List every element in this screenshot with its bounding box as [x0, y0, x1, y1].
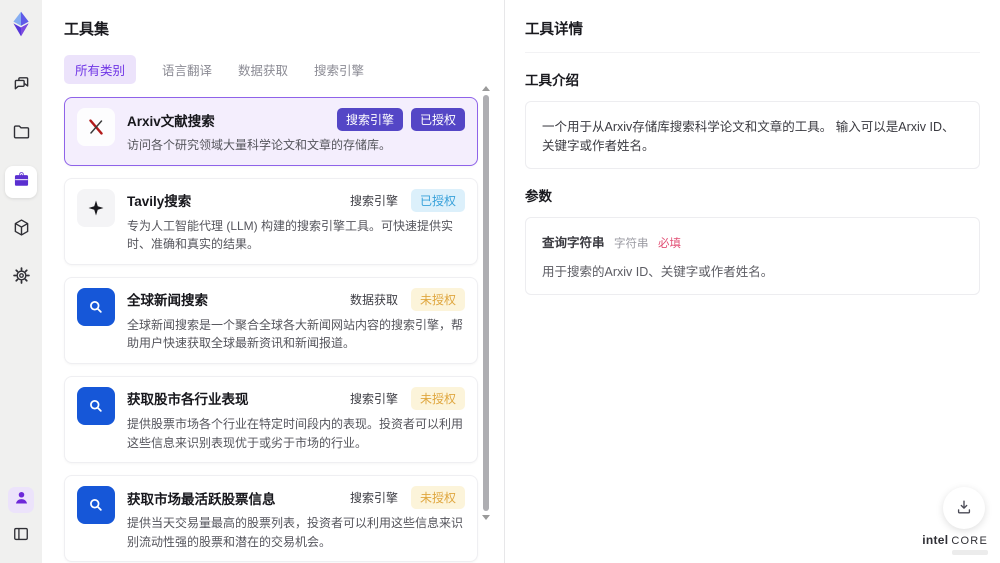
tool-card-sector-performance[interactable]: 获取股市各行业表现 搜索引擎 未授权 提供股票市场各个行业在特定时间段内的表现。… — [64, 375, 478, 464]
chat-icon — [11, 73, 32, 99]
list-scrollbar[interactable] — [482, 86, 490, 520]
parameter-name: 查询字符串 — [542, 236, 605, 250]
tool-card-most-active-stocks[interactable]: 获取市场最活跃股票信息 搜索引擎 未授权 提供当天交易量最高的股票列表，投资者可… — [64, 475, 478, 563]
parameter-box: 查询字符串 字符串 必填 用于搜索的Arxiv ID、关键字或作者姓名。 — [525, 217, 980, 295]
tool-description: 专为人工智能代理 (LLM) 构建的搜索引擎工具。可快速提供实时、准确和真实的结… — [127, 218, 454, 252]
download-button[interactable] — [943, 487, 985, 529]
parameter-type: 字符串 — [614, 238, 649, 250]
tool-description: 提供当天交易量最高的股票列表，投资者可以利用这些信息来识别流动性强的股票和潜在的… — [127, 516, 464, 549]
avatar[interactable] — [8, 487, 34, 513]
tool-description: 全球新闻搜索是一个聚合全球各大新闻网站内容的搜索引擎，帮助用户快速获取全球最新资… — [127, 317, 464, 351]
scroll-up-icon[interactable] — [482, 86, 490, 91]
intro-box: 一个用于从Arxiv存储库搜索科学论文和文章的工具。 输入可以是Arxiv ID… — [525, 101, 980, 169]
category-tabs: 所有类别 语言翻译 数据获取 搜索引擎 — [64, 55, 504, 84]
auth-status-badge: 未授权 — [410, 287, 465, 311]
params-heading: 参数 — [525, 189, 552, 204]
tool-list-panel: 工具集 所有类别 语言翻译 数据获取 搜索引擎 Arxiv文献搜索 搜索引擎 已… — [42, 0, 504, 563]
panel-toggle-button[interactable] — [8, 523, 34, 549]
download-icon — [954, 497, 974, 520]
tool-name: 获取股市各行业表现 — [127, 392, 249, 408]
intro-heading: 工具介绍 — [525, 73, 579, 88]
star-icon — [77, 188, 115, 227]
auth-status-badge: 未授权 — [410, 486, 465, 510]
search-app-icon — [77, 386, 115, 425]
sidebar-item-tools[interactable] — [5, 166, 37, 198]
tool-card-global-news[interactable]: 全球新闻搜索 数据获取 未授权 全球新闻搜索是一个聚合全球各大新闻网站内容的搜索… — [64, 276, 478, 364]
parameter-required-flag: 必填 — [657, 238, 681, 250]
tab-search-engine[interactable]: 搜索引擎 — [314, 60, 364, 79]
brand-subtext-bar — [952, 550, 988, 555]
left-rail — [0, 0, 42, 563]
rail-bottom — [8, 487, 34, 549]
sidebar-item-settings[interactable] — [5, 262, 37, 294]
tool-name: Tavily搜索 — [127, 194, 192, 210]
sidebar-item-files[interactable] — [5, 118, 37, 150]
category-label: 数据获取 — [349, 292, 398, 307]
tool-card-tavily[interactable]: Tavily搜索 搜索引擎 已授权 专为人工智能代理 (LLM) 构建的搜索引擎… — [64, 177, 478, 265]
toolbox-icon — [11, 169, 32, 195]
intel-core-logo: intel CORE — [922, 533, 988, 555]
panel-toggle-icon — [11, 524, 31, 549]
category-label: 搜索引擎 — [349, 193, 398, 208]
tool-name: 全球新闻搜索 — [127, 293, 208, 309]
search-app-icon — [77, 287, 115, 326]
auth-status-badge: 已授权 — [410, 108, 465, 131]
tool-card-arxiv[interactable]: Arxiv文献搜索 搜索引擎 已授权 访问各个研究领域大量科学论文和文章的存储库… — [64, 97, 478, 166]
sidebar-item-packages[interactable] — [5, 214, 37, 246]
arxiv-logo-icon — [77, 108, 115, 146]
parameter-description: 用于搜索的Arxiv ID、关键字或作者姓名。 — [542, 265, 774, 279]
tab-data-fetch[interactable]: 数据获取 — [238, 60, 288, 79]
diamond-logo-icon — [7, 10, 35, 38]
search-app-icon — [77, 486, 115, 525]
cube-icon — [11, 217, 32, 243]
brand-intel-text: intel — [922, 533, 949, 547]
page-title: 工具集 — [64, 21, 110, 38]
gear-icon — [11, 265, 32, 291]
tool-name: 获取市场最活跃股票信息 — [127, 491, 276, 507]
folder-icon — [11, 121, 32, 147]
brand-core-text: CORE — [951, 535, 988, 547]
scrollbar-thumb[interactable] — [483, 95, 489, 511]
rail-nav — [5, 70, 37, 294]
tool-detail-panel: 工具详情 工具介绍 一个用于从Arxiv存储库搜索科学论文和文章的工具。 输入可… — [504, 0, 1000, 563]
category-label: 搜索引擎 — [349, 391, 398, 406]
tool-name: Arxiv文献搜索 — [127, 113, 215, 129]
tool-card-list: Arxiv文献搜索 搜索引擎 已授权 访问各个研究领域大量科学论文和文章的存储库… — [64, 97, 478, 563]
category-badge: 搜索引擎 — [336, 108, 403, 131]
category-label: 搜索引擎 — [349, 491, 398, 506]
auth-status-badge: 已授权 — [410, 188, 465, 212]
tab-all-categories[interactable]: 所有类别 — [64, 55, 137, 84]
scroll-down-icon[interactable] — [482, 515, 490, 520]
detail-title: 工具详情 — [525, 18, 980, 53]
sidebar-item-chat[interactable] — [5, 70, 37, 102]
tool-description: 访问各个研究领域大量科学论文和文章的存储库。 — [127, 138, 392, 152]
tool-description: 提供股票市场各个行业在特定时间段内的表现。投资者可以利用这些信息来识别表现优于或… — [127, 416, 464, 450]
auth-status-badge: 未授权 — [410, 386, 465, 410]
avatar-icon — [12, 488, 31, 512]
tab-language-translation[interactable]: 语言翻译 — [162, 60, 212, 79]
